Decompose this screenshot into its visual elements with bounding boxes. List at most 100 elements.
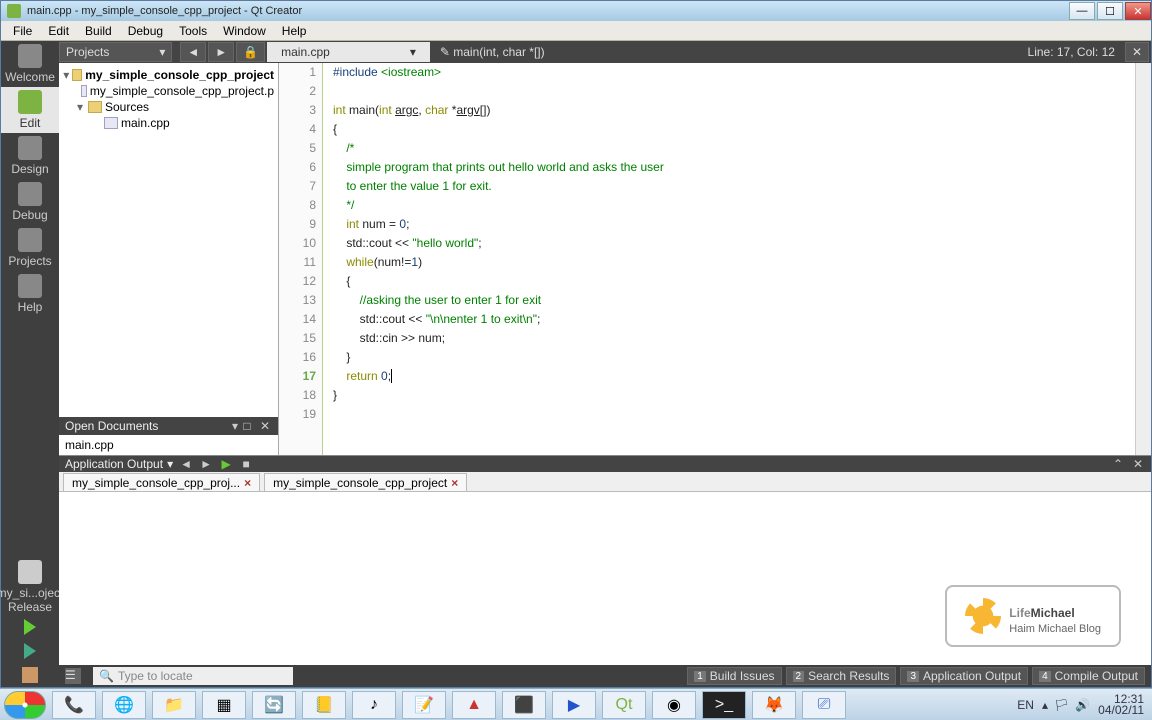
locator-input[interactable]: 🔍 Type to locate	[93, 667, 293, 685]
menu-help[interactable]: Help	[274, 22, 315, 40]
taskbar-app5[interactable]: ⎚	[802, 691, 846, 719]
line-gutter[interactable]: 1 2 3 4 5 6 7 8 9 10 11 12 13 14 15 16 1…	[279, 63, 323, 455]
open-documents-list[interactable]: main.cpp	[59, 435, 278, 455]
split-button[interactable]: □	[240, 419, 254, 433]
status-tab-appoutput[interactable]: 3Application Output	[900, 667, 1028, 685]
nav-fwd-button[interactable]: ►	[208, 42, 234, 62]
minimize-button[interactable]: —	[1069, 2, 1095, 20]
menu-debug[interactable]: Debug	[120, 22, 171, 40]
menu-edit[interactable]: Edit	[40, 22, 77, 40]
close-pane-button[interactable]: ✕	[258, 419, 272, 433]
open-documents-label: Open Documents	[65, 419, 158, 433]
close-editor-button[interactable]: ✕	[1125, 42, 1149, 62]
windows-taskbar[interactable]: 📞 🌐 📁 ▦ 🔄 📒 ♪ 📝 ▲ ⬛ ▶ Qt ◉ >_ 🦊 ⎚ EN ▴ 🏳…	[0, 688, 1152, 720]
output-header[interactable]: Application Output ▾ ◄ ► ▶ ■ ⌃ ✕	[59, 456, 1151, 472]
output-body[interactable]: LifeMichael Haim Michael Blog	[59, 492, 1151, 665]
window-title: main.cpp - my_simple_console_cpp_project…	[27, 5, 1067, 17]
edit-icon	[18, 90, 42, 114]
output-prev-button[interactable]: ◄	[179, 457, 193, 471]
output-stop-button[interactable]: ■	[239, 457, 253, 471]
tray-flag-icon[interactable]: 🏳	[1054, 698, 1069, 712]
taskbar-explorer[interactable]: 📁	[152, 691, 196, 719]
output-tab-2[interactable]: my_simple_console_cpp_project×	[264, 473, 467, 491]
output-header-label: Application Output	[65, 457, 163, 471]
sun-icon	[965, 598, 1001, 634]
taskbar-pdf[interactable]: ▲	[452, 691, 496, 719]
open-doc-item[interactable]: main.cpp	[65, 438, 272, 452]
taskbar-ie[interactable]: 🌐	[102, 691, 146, 719]
target-selector[interactable]: my_si...ojectRelease	[1, 559, 59, 615]
mode-help[interactable]: Help	[1, 271, 59, 317]
mode-projects[interactable]: Projects	[1, 225, 59, 271]
output-close-button[interactable]: ✕	[1131, 457, 1145, 471]
taskbar-app3[interactable]: 📒	[302, 691, 346, 719]
tree-main[interactable]: main.cpp	[121, 116, 170, 130]
status-tab-build[interactable]: 1Build Issues	[687, 667, 781, 685]
tray-clock[interactable]: 12:31 04/02/11	[1098, 694, 1144, 716]
lock-file-button[interactable]: 🔒	[236, 42, 265, 62]
project-tree[interactable]: ▾my_simple_console_cpp_project my_simple…	[59, 63, 278, 417]
close-button[interactable]: ✕	[1125, 2, 1151, 20]
file-tab-label: main.cpp	[281, 45, 330, 59]
start-button[interactable]	[4, 691, 46, 719]
run-button[interactable]	[1, 615, 59, 639]
pro-file-icon	[81, 85, 87, 97]
taskbar-media[interactable]: ▶	[552, 691, 596, 719]
taskbar-cmd[interactable]: >_	[702, 691, 746, 719]
close-tab-icon[interactable]: ×	[451, 476, 458, 490]
tree-root[interactable]: my_simple_console_cpp_project	[85, 68, 274, 82]
taskbar-notes[interactable]: 📝	[402, 691, 446, 719]
menu-file[interactable]: File	[5, 22, 40, 40]
tray-vol-icon[interactable]: 🔊	[1075, 698, 1090, 712]
status-tab-search[interactable]: 2Search Results	[786, 667, 897, 685]
output-next-button[interactable]: ►	[199, 457, 213, 471]
mode-edit[interactable]: Edit	[1, 87, 59, 133]
tree-sources[interactable]: Sources	[105, 100, 149, 114]
taskbar-chrome[interactable]: ◉	[652, 691, 696, 719]
menu-build[interactable]: Build	[77, 22, 120, 40]
taskbar-firefox[interactable]: 🦊	[752, 691, 796, 719]
editor-scrollbar[interactable]	[1135, 63, 1151, 455]
tray-lang[interactable]: EN	[1017, 698, 1034, 712]
mode-welcome[interactable]: Welcome	[1, 41, 59, 87]
mode-sidebar: Welcome Edit Design Debug Projects Help …	[1, 41, 59, 687]
maximize-button[interactable]: ☐	[1097, 2, 1123, 20]
target-project-label: my_si...oject	[0, 586, 63, 600]
play-icon	[24, 619, 36, 635]
debug-run-button[interactable]	[1, 639, 59, 663]
status-tab-compile[interactable]: 4Compile Output	[1032, 667, 1145, 685]
nav-back-button[interactable]: ◄	[180, 42, 206, 62]
open-documents-header[interactable]: Open Documents ▾ □ ✕	[59, 417, 278, 435]
taskbar-app1[interactable]: ▦	[202, 691, 246, 719]
status-bar: ☰ 🔍 Type to locate 1Build Issues 2Search…	[59, 665, 1151, 687]
taskbar-app4[interactable]: ⬛	[502, 691, 546, 719]
welcome-icon	[18, 44, 42, 68]
code-editor[interactable]: 1 2 3 4 5 6 7 8 9 10 11 12 13 14 15 16 1…	[279, 63, 1151, 455]
project-combo[interactable]: Projects ▾	[59, 42, 172, 62]
build-button[interactable]	[1, 663, 59, 687]
system-tray[interactable]: EN ▴ 🏳 🔊 12:31 04/02/11	[1009, 694, 1152, 716]
mode-help-label: Help	[18, 300, 43, 314]
close-tab-icon[interactable]: ×	[244, 476, 251, 490]
mode-edit-label: Edit	[20, 116, 41, 130]
code-content[interactable]: #include <iostream> int main(int argc, c…	[323, 63, 1135, 455]
mode-design[interactable]: Design	[1, 133, 59, 179]
taskbar-app2[interactable]: 🔄	[252, 691, 296, 719]
menu-window[interactable]: Window	[215, 22, 274, 40]
taskbar-skype[interactable]: 📞	[52, 691, 96, 719]
output-rerun-button[interactable]: ▶	[219, 457, 233, 471]
symbol-crumb[interactable]: ✎ main(int, char *[])	[430, 45, 555, 59]
tree-pro[interactable]: my_simple_console_cpp_project.p	[90, 84, 274, 98]
debug-icon	[18, 182, 42, 206]
taskbar-itunes[interactable]: ♪	[352, 691, 396, 719]
mode-debug[interactable]: Debug	[1, 179, 59, 225]
tray-chevron-icon[interactable]: ▴	[1042, 698, 1048, 712]
taskbar-qt[interactable]: Qt	[602, 691, 646, 719]
file-tab-main[interactable]: main.cpp▾	[267, 42, 430, 62]
output-minimize-button[interactable]: ⌃	[1111, 457, 1125, 471]
output-tab-1[interactable]: my_simple_console_cpp_proj...×	[63, 473, 260, 491]
titlebar[interactable]: main.cpp - my_simple_console_cpp_project…	[1, 1, 1151, 21]
status-toggle-sidebar[interactable]: ☰	[65, 668, 81, 684]
play-debug-icon	[24, 643, 36, 659]
menu-tools[interactable]: Tools	[171, 22, 215, 40]
